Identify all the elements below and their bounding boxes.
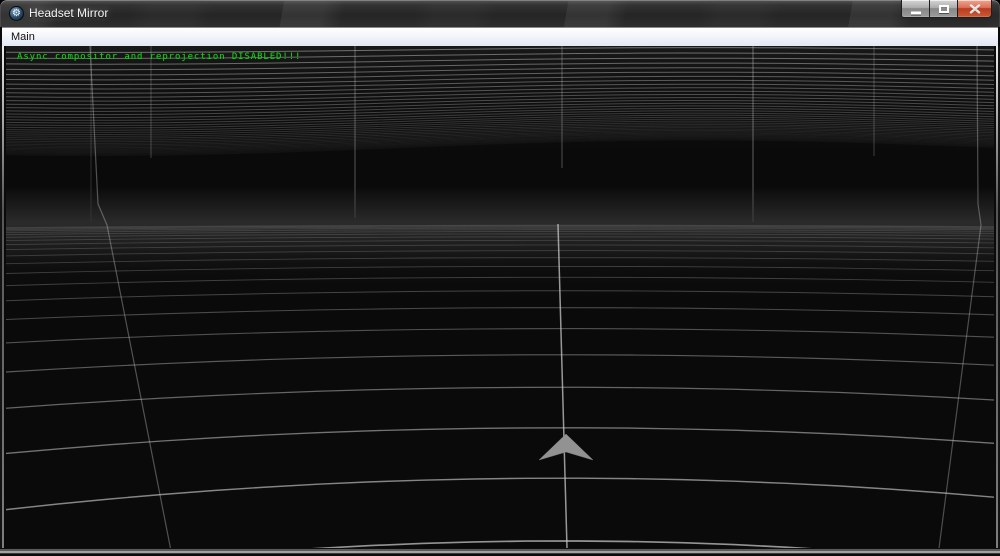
window-border-bottom — [0, 548, 1000, 556]
window-border-left — [0, 46, 6, 556]
minimize-button[interactable] — [901, 0, 930, 18]
menubar: Main — [2, 27, 998, 46]
caption-buttons — [901, 0, 992, 19]
headset-mirror-window: ⚙ Headset Mirror Main Async compositor a… — [0, 0, 1000, 556]
vr-mirror-viewport: Async compositor and reprojection DISABL… — [6, 46, 994, 548]
maximize-button[interactable] — [929, 0, 958, 18]
compositor-warning-text: Async compositor and reprojection DISABL… — [17, 52, 302, 62]
vr-grid-scene — [6, 46, 994, 548]
menu-item-main[interactable]: Main — [2, 28, 44, 46]
minimize-icon — [910, 11, 921, 14]
window-border-right — [994, 46, 1000, 556]
close-icon — [969, 4, 980, 13]
steamvr-app-icon: ⚙ — [9, 6, 24, 21]
close-button[interactable] — [957, 0, 992, 18]
window-title: Headset Mirror — [29, 6, 109, 20]
maximize-icon — [938, 4, 949, 13]
titlebar[interactable]: ⚙ Headset Mirror — [0, 0, 1000, 27]
